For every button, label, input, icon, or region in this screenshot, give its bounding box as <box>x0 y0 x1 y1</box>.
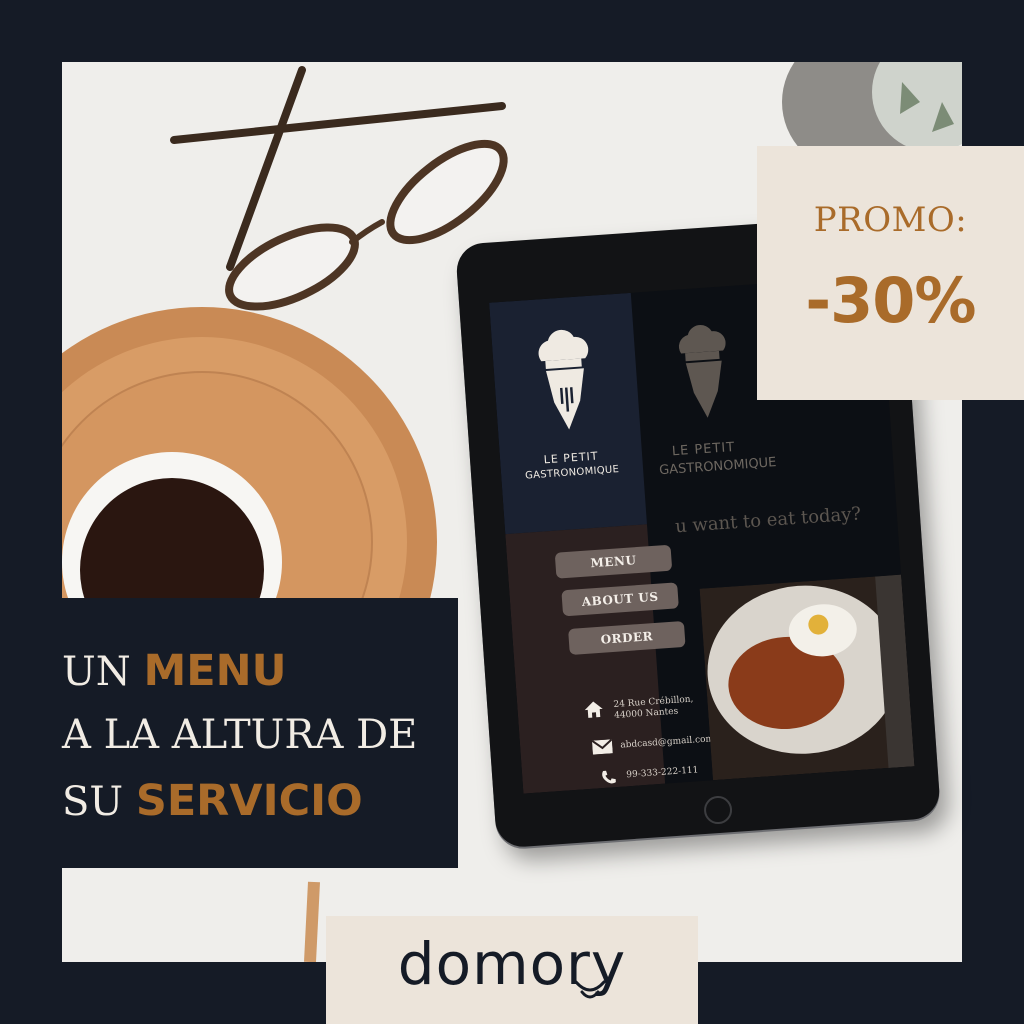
mail-icon <box>591 739 613 755</box>
hero-chef-logo-icon <box>678 324 726 418</box>
hero-question: u want to eat today? <box>674 503 862 538</box>
site-logo-panel: LE PETIT GASTRONOMIQUE <box>489 292 647 535</box>
headline-line1-plain: UN <box>62 649 131 695</box>
promo-label: PROMO: <box>813 200 968 240</box>
headline-line1: UN MENU <box>62 646 287 696</box>
contact-address: 24 Rue Crébillon, 44000 Nantes <box>613 694 694 722</box>
headline-line3: SU SERVICIO <box>62 776 363 826</box>
tablet-home-button[interactable] <box>703 795 733 825</box>
brand-signal-icon <box>574 980 606 999</box>
headline-box: UN MENU A LA ALTURA DE SU SERVICIO <box>62 598 458 868</box>
headline-line3-accent: SERVICIO <box>135 776 363 826</box>
headline-line2: A LA ALTURA DE <box>62 712 418 758</box>
hero-logo-line1: LE PETIT <box>671 439 736 460</box>
brand-logo: domory <box>397 930 627 998</box>
chef-pen-logo-icon <box>538 329 589 430</box>
food-photo <box>699 574 915 781</box>
promo-value: -30% <box>805 264 976 337</box>
headline-line1-accent: MENU <box>143 646 287 696</box>
headline-line3-plain: SU <box>62 779 124 825</box>
phone-icon <box>602 770 616 784</box>
home-icon <box>584 701 603 718</box>
promo-box: PROMO: -30% <box>757 146 1024 400</box>
brand-box: domory <box>326 916 698 1024</box>
